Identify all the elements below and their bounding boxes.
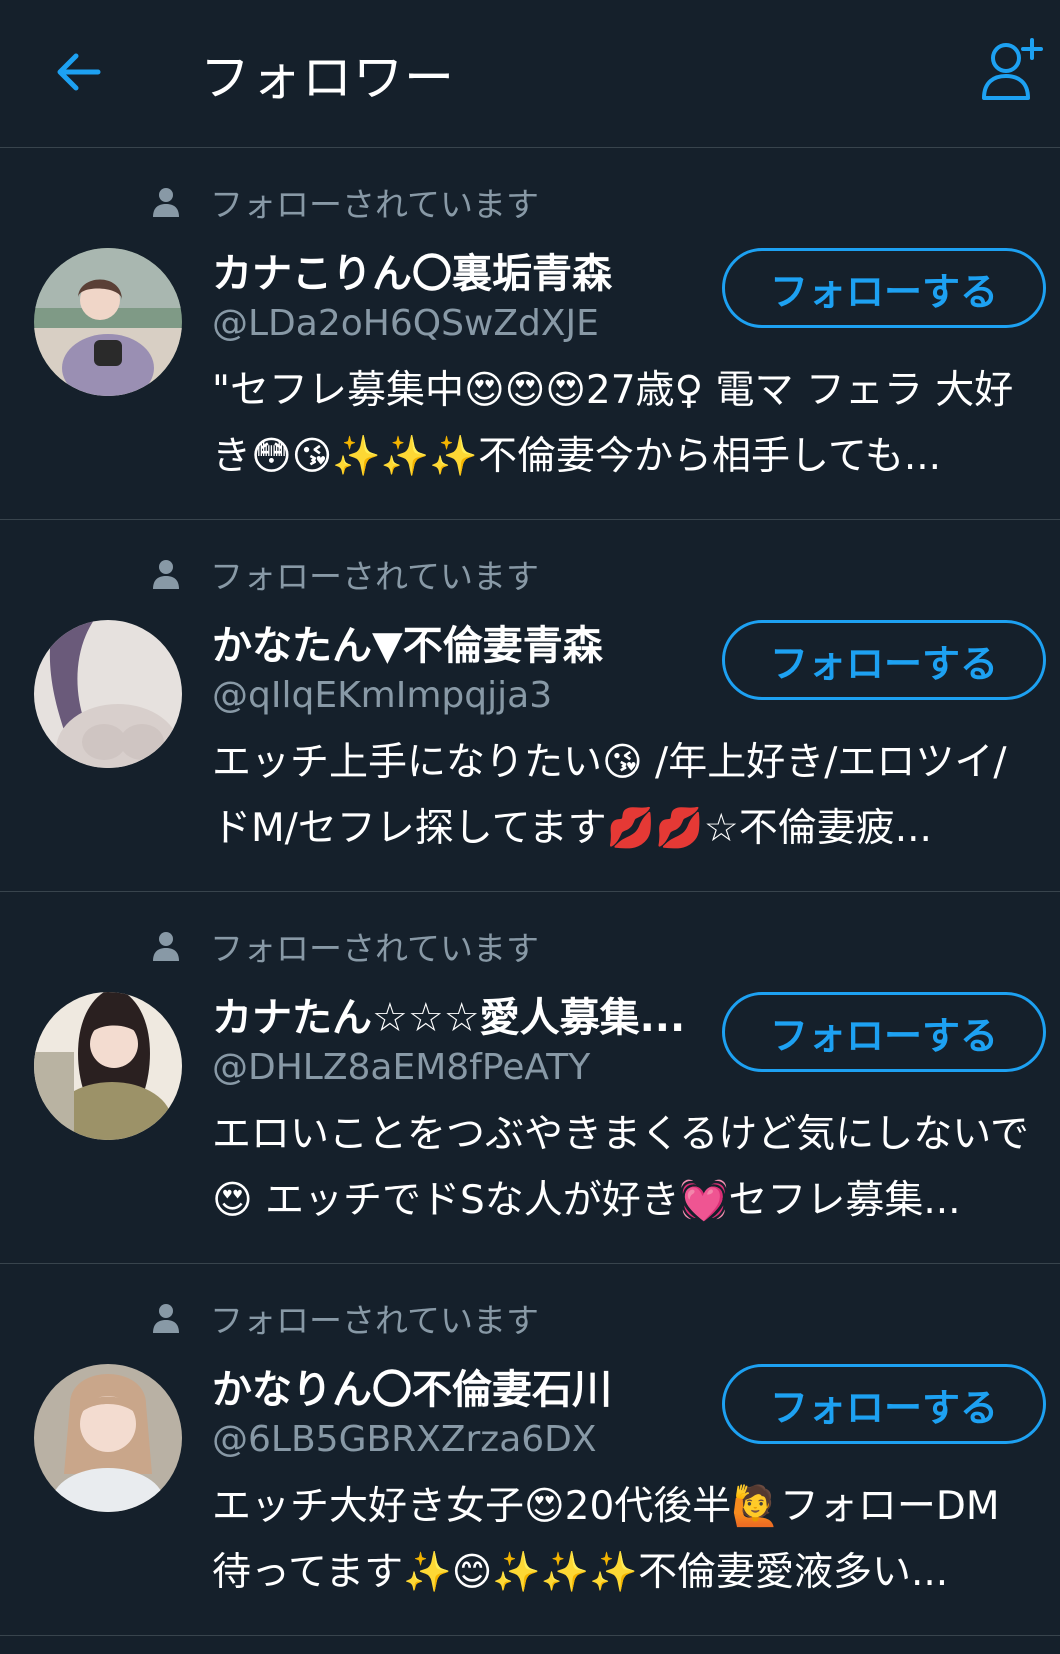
avatar[interactable]: [34, 1364, 182, 1512]
avatar[interactable]: [34, 248, 182, 396]
arrow-left-icon: [57, 53, 101, 91]
follower-item[interactable]: フォローされています かなりん〇不倫妻石川 @6LB5GBRXZrza6DX フ…: [0, 1264, 1060, 1636]
add-user-icon: [982, 38, 1043, 100]
avatar[interactable]: [34, 620, 182, 768]
bio-text: "セフレ募集中😍😍😍27歳♀ 電マ フェラ 大好き😳😘✨✨✨不倫妻今から相手して…: [212, 368, 1014, 479]
follow-button[interactable]: フォローする: [722, 620, 1046, 700]
display-name: カナたん☆☆☆愛人募集...: [212, 995, 686, 1041]
followed-indicator: フォローされています: [152, 1298, 539, 1340]
user-handle: @DHLZ8aEM8fPeATY: [212, 1047, 591, 1088]
person-icon: [153, 560, 179, 589]
user-handle: @6LB5GBRXZrza6DX: [212, 1419, 597, 1460]
follower-item[interactable]: フォローされています カナたん☆☆☆愛人募集... @DHLZ8aEM8fPeA…: [0, 892, 1060, 1264]
person-icon: [153, 1304, 179, 1333]
top-bar: フォロワー: [0, 0, 1060, 148]
display-name: かなたん▼不倫妻青森: [212, 623, 603, 669]
user-handle: @qIlqEKmImpqjja3: [212, 675, 553, 716]
followed-indicator: フォローされています: [152, 182, 539, 224]
follower-item[interactable]: フォローされています かなたん▼不倫妻青森 @qIlqEKmImpqjja3 フ…: [0, 520, 1060, 892]
follow-button[interactable]: フォローする: [722, 1364, 1046, 1444]
followed-label: フォローされています: [210, 557, 540, 596]
page-title: フォロワー: [200, 49, 455, 107]
followed-indicator: フォローされています: [152, 554, 539, 596]
back-button[interactable]: [50, 44, 106, 100]
follow-button[interactable]: フォローする: [722, 992, 1046, 1072]
display-name: カナこりん〇裏垢青森: [212, 251, 612, 297]
bio-text: エッチ大好き女子😍20代後半🙋フォローDM待ってます✨😊✨✨✨不倫妻愛液多い..…: [212, 1484, 1000, 1595]
person-icon: [153, 188, 179, 217]
followed-label: フォローされています: [210, 929, 540, 968]
followed-label: フォローされています: [210, 1301, 540, 1340]
add-user-button[interactable]: [976, 36, 1046, 106]
avatar[interactable]: [34, 992, 182, 1140]
display-name: かなりん〇不倫妻石川: [212, 1367, 612, 1413]
bio-text: エロいことをつぶやきまくるけど気にしないで😍 エッチでドSな人が好き💓セフレ募集…: [212, 1112, 1030, 1223]
followed-label: フォローされています: [210, 185, 540, 224]
person-icon: [153, 932, 179, 961]
bio-text: エッチ上手になりたい😘 /年上好き/エロツイ/ドM/セフレ探してます💋💋☆不倫妻…: [212, 740, 1007, 851]
follower-item[interactable]: フォローされています カナこりん〇裏垢青森 @LDa2oH6QSwZdXJE フ…: [0, 148, 1060, 520]
follow-button[interactable]: フォローする: [722, 248, 1046, 328]
user-handle: @LDa2oH6QSwZdXJE: [212, 303, 599, 344]
followed-indicator: フォローされています: [152, 926, 539, 968]
